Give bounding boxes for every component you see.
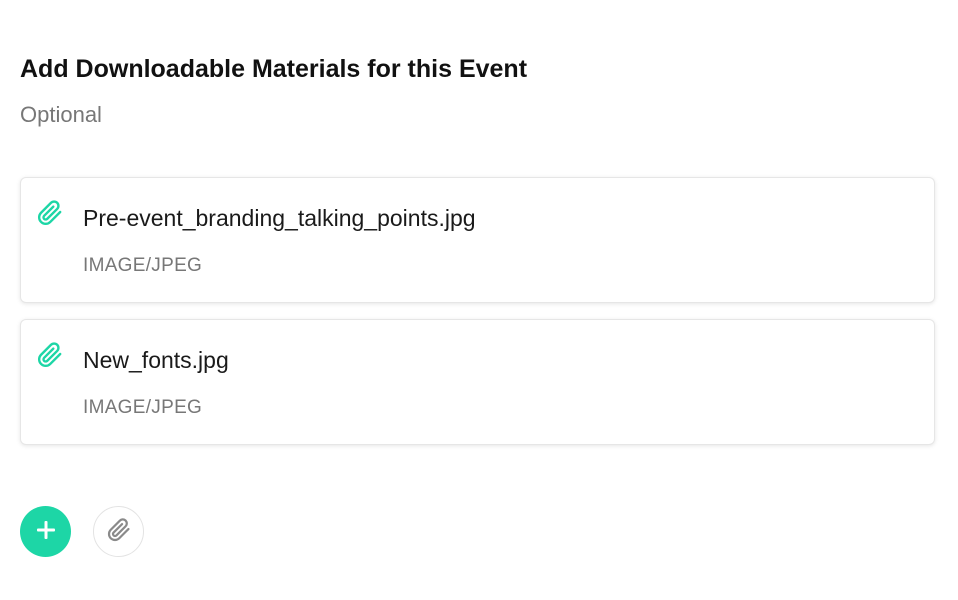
- file-card[interactable]: Pre-event_branding_talking_points.jpg IM…: [20, 177, 935, 303]
- file-type: IMAGE/JPEG: [83, 255, 203, 276]
- add-material-button[interactable]: [20, 506, 71, 557]
- action-buttons: [20, 506, 144, 557]
- file-card[interactable]: New_fonts.jpg IMAGE/JPEG: [20, 319, 935, 445]
- paperclip-icon: [35, 340, 65, 370]
- paperclip-icon: [107, 518, 131, 545]
- file-list: Pre-event_branding_talking_points.jpg IM…: [20, 177, 935, 461]
- file-name: Pre-event_branding_talking_points.jpg: [83, 205, 476, 231]
- file-type: IMAGE/JPEG: [83, 397, 203, 418]
- section-subtitle: Optional: [20, 102, 102, 127]
- plus-icon: [35, 519, 57, 544]
- downloadable-materials-page: Add Downloadable Materials for this Even…: [0, 0, 958, 600]
- paperclip-icon: [35, 198, 65, 228]
- file-name: New_fonts.jpg: [83, 347, 229, 373]
- section-title: Add Downloadable Materials for this Even…: [20, 55, 528, 83]
- attach-file-button[interactable]: [93, 506, 144, 557]
